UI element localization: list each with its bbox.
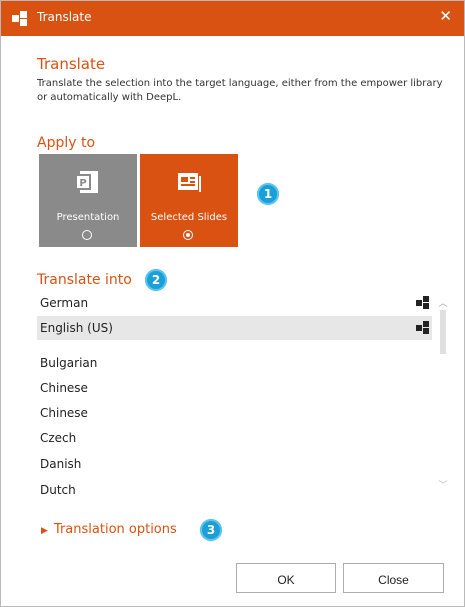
presentation-label: Presentation <box>56 212 120 223</box>
close-icon[interactable]: ✕ <box>439 7 452 25</box>
language-item-english-us[interactable]: English (US) <box>37 316 432 340</box>
empower-icon <box>416 321 429 334</box>
language-name: Danish <box>40 457 82 471</box>
callout-badge-3: 3 <box>200 519 222 541</box>
language-item[interactable]: Danish <box>37 452 432 476</box>
dialog-heading: Translate <box>37 55 106 73</box>
language-name: Czech <box>40 431 77 445</box>
close-button[interactable]: Close <box>343 563 444 593</box>
svg-text:P: P <box>79 178 86 189</box>
language-list-scrollbar[interactable]: ︿ ﹀ <box>436 296 450 496</box>
translate-dialog: Translate ✕ Translate Translate the sele… <box>0 0 465 607</box>
language-name: Dutch <box>40 483 76 497</box>
language-name: English (US) <box>40 321 113 335</box>
title-bar: Translate ✕ <box>1 1 464 36</box>
apply-presentation-option[interactable]: P Presentation <box>39 154 137 247</box>
language-name: Chinese <box>40 381 88 395</box>
translation-options-label: Translation options <box>53 522 177 537</box>
language-item-german[interactable]: German <box>37 291 432 315</box>
language-item[interactable]: Chinese <box>37 401 432 425</box>
selected-slides-label: Selected Slides <box>150 212 228 223</box>
language-name: Bulgarian <box>40 356 98 370</box>
empower-icon <box>12 11 27 26</box>
ok-button[interactable]: OK <box>236 563 336 593</box>
apply-to-label: Apply to <box>37 135 96 151</box>
chevron-up-icon[interactable]: ︿ <box>436 296 450 309</box>
dialog-description: Translate the selection into the target … <box>37 78 443 103</box>
apply-selected-slides-option[interactable]: Selected Slides <box>140 154 238 247</box>
scroll-thumb[interactable] <box>440 310 446 354</box>
selected-slides-radio[interactable] <box>183 230 193 240</box>
window-title: Translate <box>37 10 92 24</box>
empower-icon <box>416 296 429 309</box>
presentation-radio[interactable] <box>82 230 92 240</box>
slides-icon <box>178 173 201 192</box>
callout-badge-2: 2 <box>145 269 167 291</box>
language-item[interactable]: Bulgarian <box>37 351 432 375</box>
language-item[interactable]: Czech <box>37 426 432 450</box>
translation-options-toggle[interactable]: ▶ Translation options <box>41 522 177 537</box>
translate-into-label: Translate into <box>37 272 132 288</box>
language-item[interactable]: Chinese <box>37 376 432 400</box>
callout-badge-1: 1 <box>257 183 279 205</box>
chevron-down-icon[interactable]: ﹀ <box>436 478 450 491</box>
caret-right-icon: ▶ <box>41 526 48 536</box>
language-name: Chinese <box>40 406 88 420</box>
language-name: German <box>40 296 89 310</box>
language-item[interactable]: Dutch <box>37 478 432 502</box>
powerpoint-icon: P <box>75 171 98 193</box>
